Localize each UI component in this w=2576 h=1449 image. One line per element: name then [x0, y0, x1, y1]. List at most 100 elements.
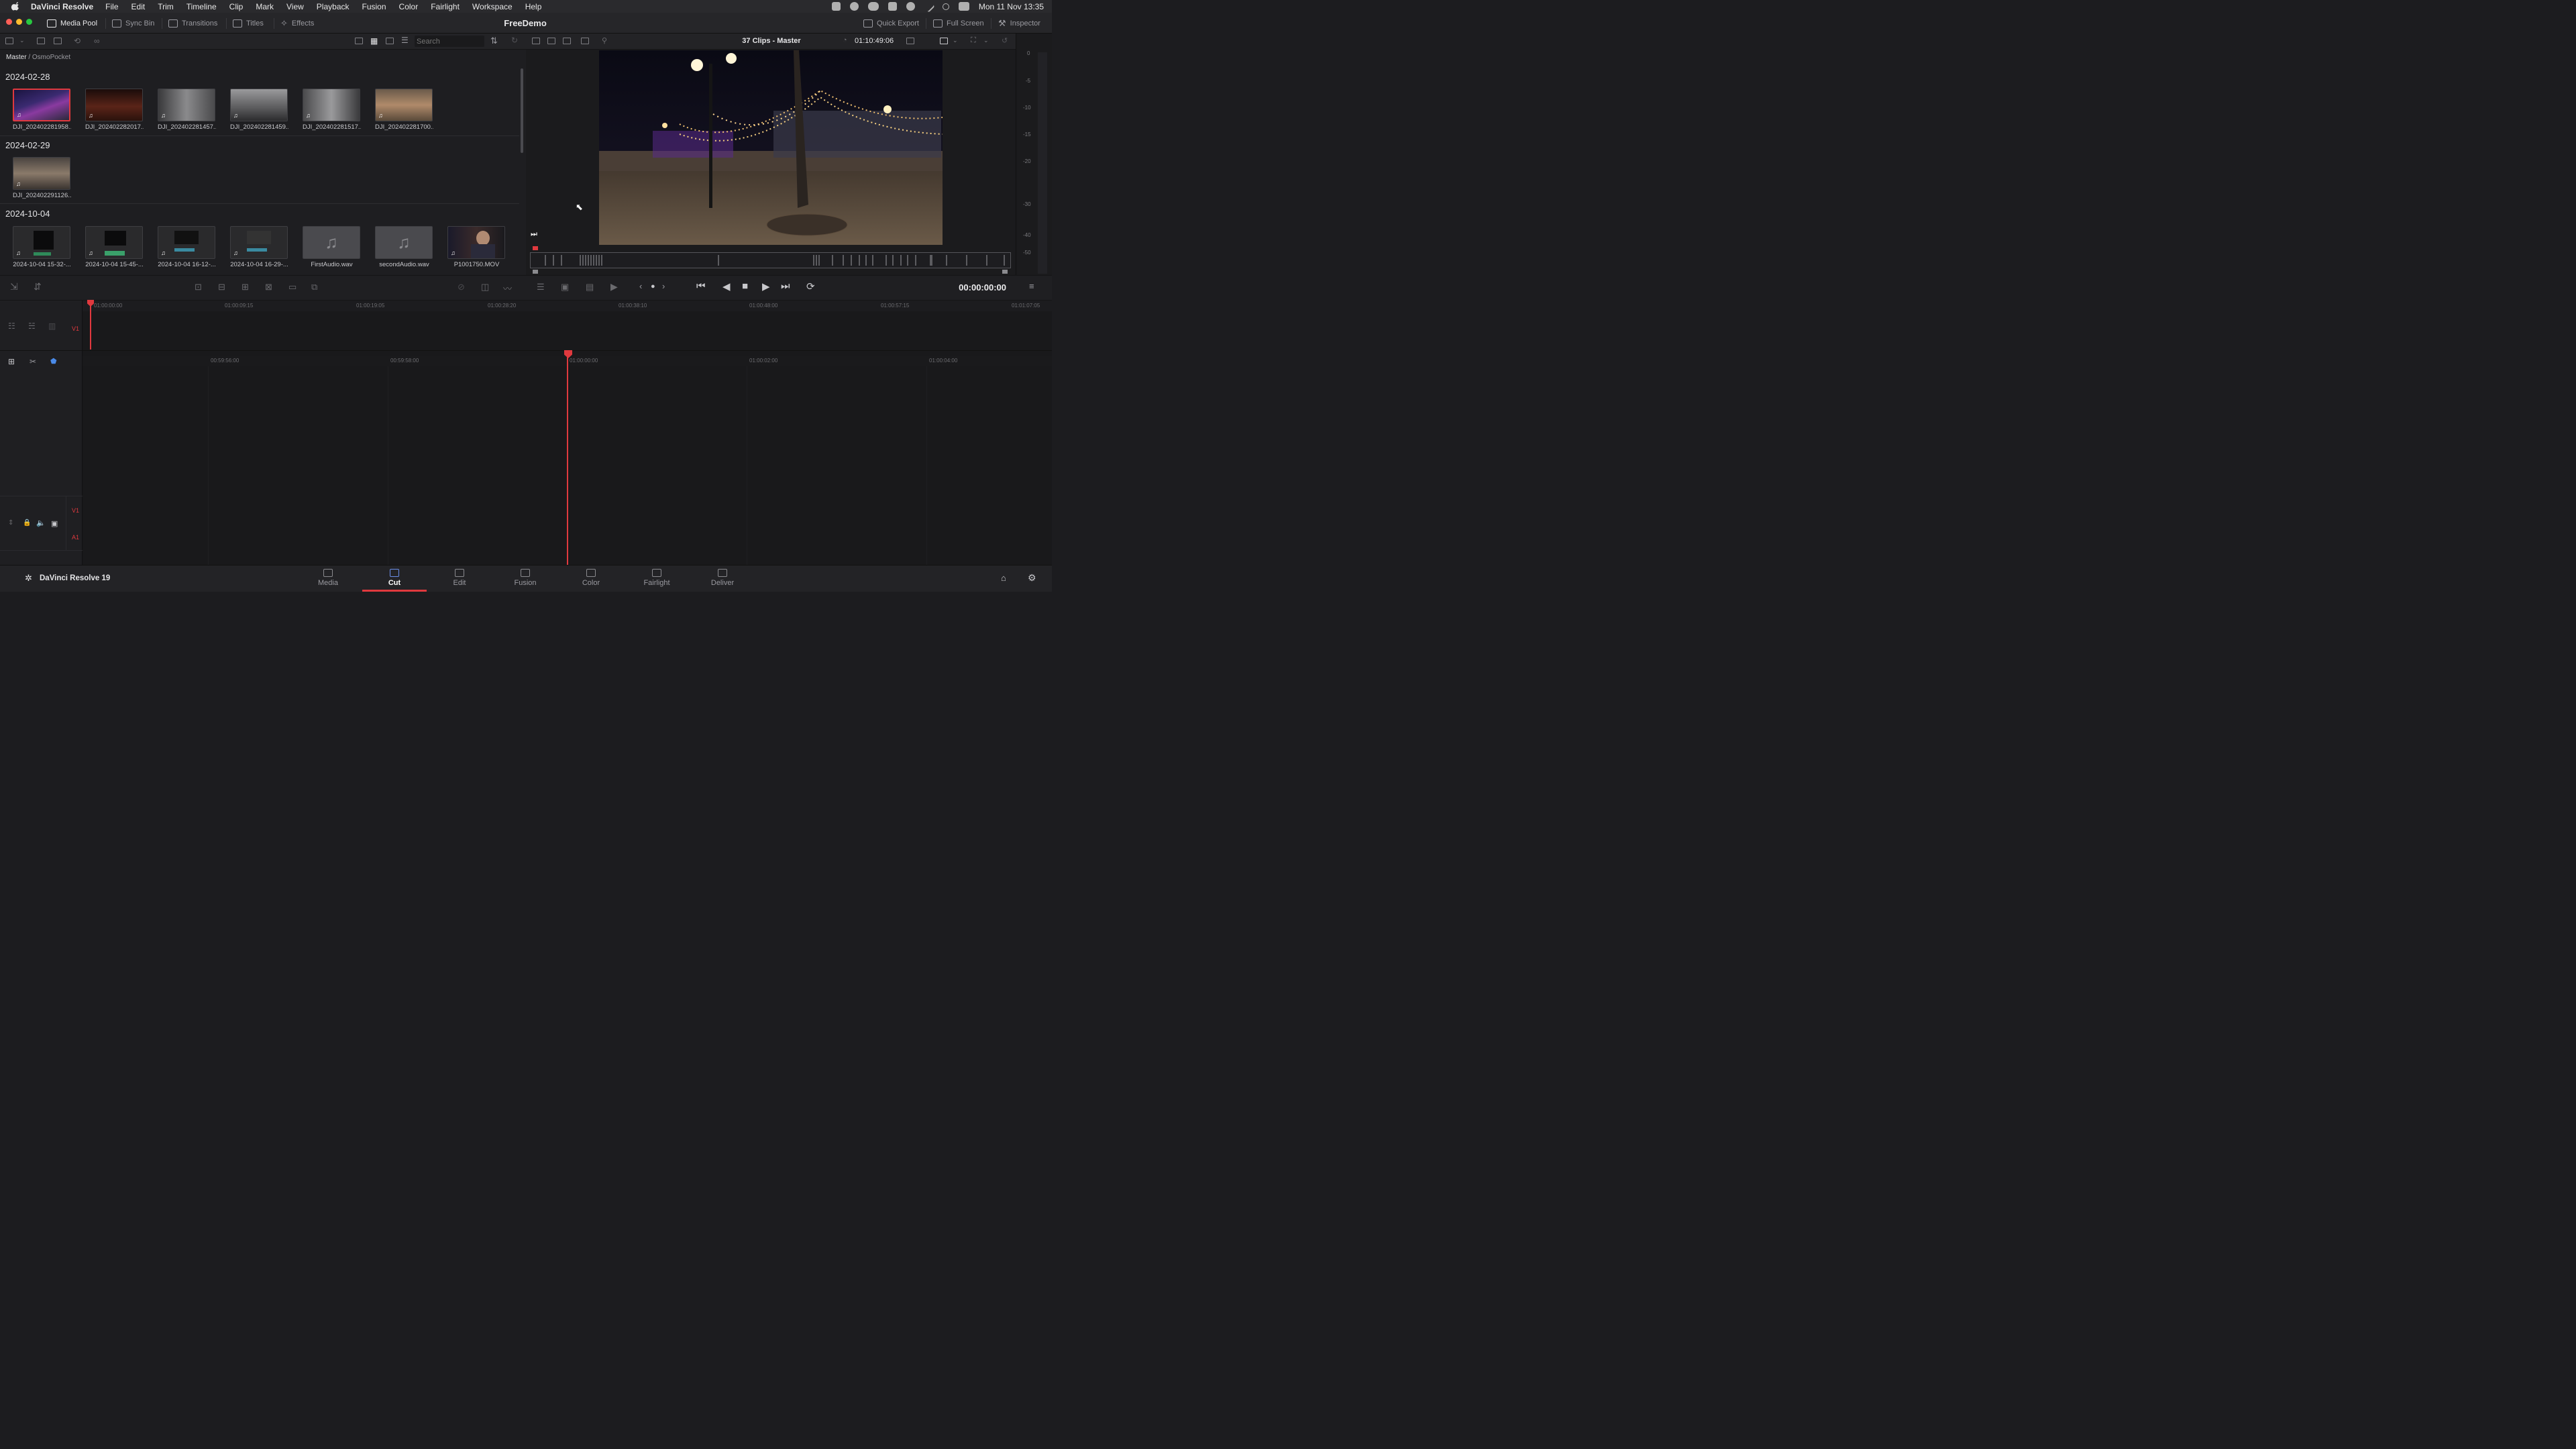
timeline-view-options-icon[interactable]: ⊞ — [8, 357, 15, 366]
place-on-top-icon[interactable]: ▭ — [288, 282, 297, 292]
menu-view[interactable]: View — [286, 2, 304, 11]
clip-item[interactable]: ♫ DJI_202402282017... — [85, 89, 144, 131]
clip-item[interactable]: ♫ 2024-10-04 16-12-... — [158, 226, 216, 268]
audio-waveform-icon[interactable]: 〰 — [503, 282, 512, 294]
scrub-in-marker[interactable] — [533, 246, 538, 250]
filmstrip-view-icon[interactable] — [386, 38, 394, 44]
apple-icon[interactable] — [11, 1, 20, 11]
chevron-down-icon[interactable]: ⌄ — [983, 37, 989, 44]
page-tab-media[interactable]: Media — [296, 569, 360, 587]
clip-item[interactable]: ♫ FirstAudio.wav — [303, 226, 361, 268]
quick-export-button[interactable]: Quick Export — [863, 17, 919, 30]
stop-button[interactable]: ■ — [742, 280, 748, 292]
menu-trim[interactable]: Trim — [158, 2, 174, 11]
clip-item[interactable]: ♫ P1001750.MOV — [447, 226, 506, 268]
clip-item[interactable]: ♫ DJI_202402281517... — [303, 89, 361, 131]
clip-item[interactable]: ♫ DJI_202402281459... — [230, 89, 288, 131]
menu-mark[interactable]: Mark — [256, 2, 274, 11]
options-menu-icon[interactable]: ≡ — [1029, 281, 1034, 291]
page-tab-color[interactable]: Color — [559, 569, 623, 587]
spotlight-icon[interactable] — [942, 3, 949, 10]
page-tab-fairlight[interactable]: Fairlight — [625, 569, 689, 587]
grid-view-icon[interactable] — [581, 38, 589, 44]
blade-icon[interactable]: ✂ — [30, 357, 36, 366]
clip-item[interactable]: ♫ DJI_202402281457... — [158, 89, 216, 131]
home-icon[interactable]: ⌂ — [1001, 573, 1006, 583]
clip-item[interactable]: ♫ secondAudio.wav — [375, 226, 433, 268]
menu-timeline[interactable]: Timeline — [186, 2, 217, 11]
menu-clock[interactable]: Mon 11 Nov 13:35 — [979, 2, 1044, 11]
menu-edit[interactable]: Edit — [131, 2, 146, 11]
titles-button[interactable]: Titles — [233, 17, 264, 30]
page-tab-fusion[interactable]: Fusion — [493, 569, 557, 587]
smart-reframe-icon[interactable]: ⇵ — [34, 281, 42, 292]
sync-bin-button[interactable]: Sync Bin — [112, 17, 154, 30]
playhead-timecode[interactable]: 00:00:00:00 — [939, 282, 1006, 292]
skip-to-end-button[interactable]: ⏭ — [781, 280, 790, 292]
wifi-off-icon[interactable] — [922, 0, 935, 13]
clip-item[interactable]: ♫ 2024-10-04 15-32-... — [13, 226, 71, 268]
page-tab-deliver[interactable]: Deliver — [690, 569, 755, 587]
inspector-button[interactable]: ⚒ Inspector — [998, 17, 1040, 30]
refresh-icon[interactable]: ↻ — [511, 36, 518, 45]
track-collapse-icon[interactable]: ⇕ — [8, 519, 13, 527]
menu-help[interactable]: Help — [525, 2, 542, 11]
skip-to-start-button[interactable]: ⏮ — [696, 280, 706, 292]
range-start-handle[interactable] — [533, 270, 538, 274]
app-menu[interactable]: DaVinci Resolve — [31, 2, 93, 11]
breadcrumb-root[interactable]: Master — [6, 54, 27, 61]
menu-clip[interactable]: Clip — [229, 2, 244, 11]
sort-icon[interactable]: ⇅ — [490, 36, 498, 46]
close-window-button[interactable] — [6, 19, 12, 25]
track-enable-icon[interactable]: ▣ — [51, 519, 58, 528]
timeline-view-icon[interactable] — [563, 38, 571, 44]
menu-playback[interactable]: Playback — [317, 2, 350, 11]
lower-playhead[interactable] — [567, 356, 568, 565]
loop-button[interactable]: ⟳ — [806, 280, 815, 292]
source-tape-scrubber[interactable] — [530, 252, 1011, 268]
go-to-end-icon[interactable]: ⏭ — [531, 230, 537, 239]
viewer-frame[interactable] — [599, 50, 943, 245]
dual-timeline-icon[interactable]: ▣ — [561, 282, 569, 292]
play-reverse-button[interactable]: ◀ — [722, 280, 731, 292]
chevron-down-icon[interactable]: ⌄ — [19, 37, 25, 44]
link-icon[interactable]: ∞ — [94, 36, 100, 46]
full-screen-button[interactable]: Full Screen — [933, 17, 984, 30]
media-pool-scrollbar[interactable] — [521, 68, 523, 153]
sidebar-toggle-icon[interactable] — [5, 38, 13, 44]
clip-item[interactable]: ♫ 2024-10-04 15-45-... — [85, 226, 144, 268]
track-height-icon[interactable]: ☵ — [28, 321, 36, 331]
smart-insert-icon[interactable]: ⇲ — [10, 281, 18, 292]
media-pool-button[interactable]: Media Pool — [47, 17, 97, 30]
next-edit-icon[interactable]: › — [662, 281, 665, 291]
source-tape-icon[interactable] — [547, 38, 555, 44]
reset-icon[interactable]: ↺ — [1002, 36, 1008, 45]
page-tab-cut[interactable]: Cut — [362, 569, 427, 587]
search-input[interactable] — [415, 36, 484, 47]
clip-item[interactable]: ♫ 2024-10-04 16-29-... — [230, 226, 288, 268]
effects-button[interactable]: ✧ Effects — [280, 17, 314, 30]
chevron-down-icon[interactable]: ⌄ — [953, 37, 958, 44]
clip-item[interactable]: ♫ DJI_202402291126... — [13, 157, 71, 199]
fast-review-icon[interactable]: ▶ — [610, 281, 618, 292]
range-end-handle[interactable] — [1002, 270, 1008, 274]
transitions-button[interactable]: Transitions — [168, 17, 217, 30]
tool-icon[interactable]: ⚲ — [602, 36, 607, 45]
control-center-icon[interactable] — [958, 2, 969, 11]
user-icon[interactable] — [906, 2, 915, 11]
append-clip-icon[interactable]: ⊟ — [218, 282, 225, 292]
adjust-icon[interactable]: ☰ — [537, 282, 545, 292]
strip-view-icon[interactable] — [355, 38, 363, 44]
list-view-icon[interactable]: ☰ — [401, 36, 409, 45]
gear-icon[interactable]: ⚙ — [1028, 572, 1036, 584]
new-bin-icon[interactable] — [37, 38, 45, 44]
close-up-icon[interactable]: ⊠ — [265, 282, 272, 292]
source-overwrite-icon[interactable]: ⧉ — [311, 282, 317, 292]
message-icon[interactable] — [888, 2, 897, 11]
speaker-icon[interactable]: 🔈 — [36, 519, 46, 527]
source-clip-icon[interactable] — [532, 38, 540, 44]
transform-icon[interactable]: ⛶ — [971, 36, 976, 45]
menu-fusion[interactable]: Fusion — [362, 2, 386, 11]
smart-insert-clip-icon[interactable]: ⊡ — [195, 282, 202, 292]
import-media-icon[interactable] — [54, 38, 62, 44]
